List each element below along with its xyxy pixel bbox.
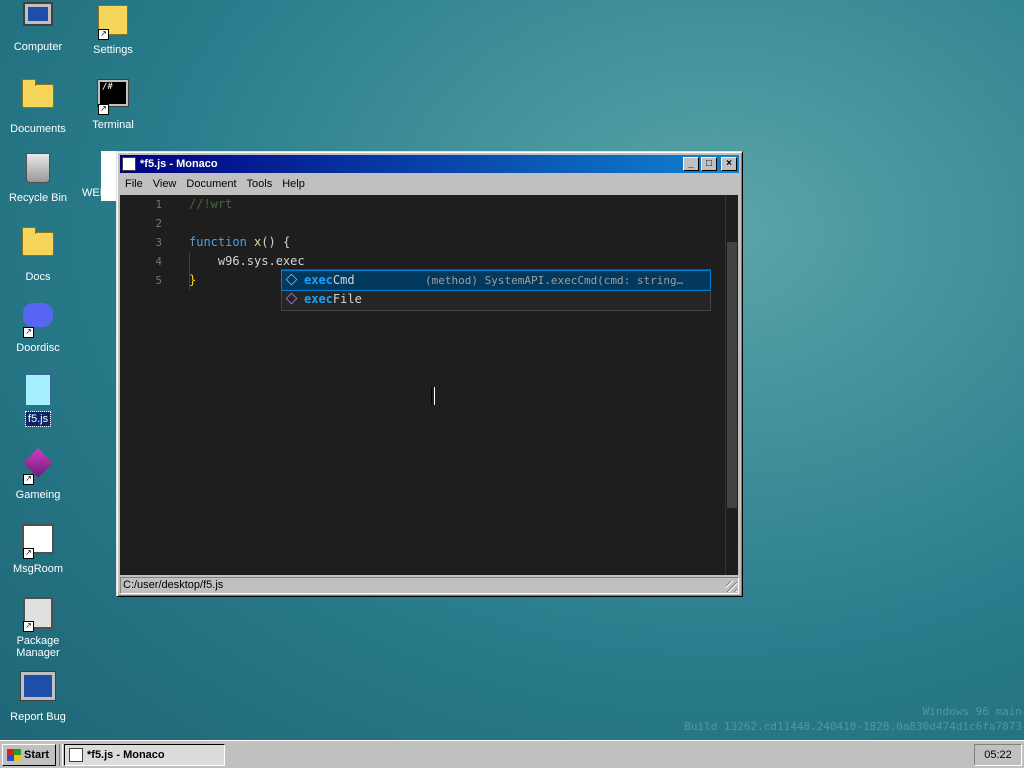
desktop-icon-label: Package Manager xyxy=(16,635,60,659)
clock: 05:22 xyxy=(984,749,1012,761)
taskbar-item-monaco[interactable]: *f5.js - Monaco xyxy=(64,744,225,766)
menu-bar: File View Document Tools Help xyxy=(120,175,739,193)
status-bar: C:/user/desktop/f5.js xyxy=(120,577,739,594)
status-path: C:/user/desktop/f5.js xyxy=(123,579,224,591)
window-title: *f5.js - Monaco xyxy=(140,158,218,170)
keyword-token: function xyxy=(189,235,247,249)
taskbar-item-label: *f5.js - Monaco xyxy=(87,749,165,761)
code-line: 1 //!wrt xyxy=(120,195,725,214)
method-icon xyxy=(285,273,298,286)
suggestion-label: execFile xyxy=(304,292,362,306)
maximize-button[interactable]: □ xyxy=(701,157,717,171)
suggestion-item[interactable]: execCmd (method) SystemAPI.execCmd(cmd: … xyxy=(281,270,711,291)
desktop-icon-package-manager[interactable]: ↗ Package Manager xyxy=(0,594,76,660)
folder-icon xyxy=(21,79,55,118)
desktop-icon-report-bug[interactable]: Report Bug xyxy=(0,668,76,724)
menu-help[interactable]: Help xyxy=(277,178,310,190)
line-number: 5 xyxy=(155,274,162,287)
title-bar[interactable]: *f5.js - Monaco _ □ × xyxy=(120,155,739,173)
desktop-icon-label: Computer xyxy=(13,41,63,53)
menu-document[interactable]: Document xyxy=(181,178,241,190)
start-button[interactable]: Start xyxy=(2,744,56,766)
line-number: 1 xyxy=(155,198,162,211)
desktop-icon-doordisc[interactable]: ↗ Doordisc xyxy=(0,298,76,355)
watermark-line: Windows 96 main xyxy=(922,705,1022,718)
desktop-icon-f5-js[interactable]: f5.js xyxy=(0,372,76,427)
taskbar: Start *f5.js - Monaco 05:22 xyxy=(0,740,1024,768)
line-number: 2 xyxy=(155,217,162,230)
taskbar-separator xyxy=(59,744,63,766)
desktop-icon-label: Documents xyxy=(10,123,66,135)
code-text: } xyxy=(189,273,197,287)
notepad-icon xyxy=(122,157,136,171)
autocomplete-widget[interactable]: execCmd (method) SystemAPI.execCmd(cmd: … xyxy=(281,269,711,311)
scrollbar-thumb[interactable] xyxy=(727,242,737,508)
chat-icon: ↗ xyxy=(21,524,55,559)
system-tray-clock[interactable]: 05:22 xyxy=(974,744,1022,766)
desktop-icon-documents[interactable]: Documents xyxy=(0,76,76,136)
code-text: function x() { xyxy=(189,233,290,252)
close-button[interactable]: × xyxy=(721,157,737,171)
method-icon xyxy=(285,292,298,305)
text-cursor-icon xyxy=(431,387,435,405)
suggestion-item[interactable]: execFile xyxy=(282,290,710,309)
suggestion-label: execCmd xyxy=(304,273,355,287)
resize-grip[interactable] xyxy=(726,581,737,592)
desktop-icon-label: f5.js xyxy=(24,411,52,427)
desktop-icon-recycle-bin[interactable]: Recycle Bin xyxy=(0,150,76,205)
cube-icon: ↗ xyxy=(21,448,55,485)
terminal-icon: /# ↗ xyxy=(96,80,130,115)
desktop-icon-label: Recycle Bin xyxy=(8,192,68,204)
desktop-icon-computer[interactable]: Computer xyxy=(0,2,76,54)
desktop-icon-label: Settings xyxy=(93,44,133,56)
desktop-icon-docs[interactable]: Docs xyxy=(0,224,76,284)
js-file-icon xyxy=(21,374,55,408)
settings-icon: ↗ xyxy=(96,5,130,40)
desktop-icon-msgroom[interactable]: ↗ MsgRoom xyxy=(0,520,76,576)
menu-file[interactable]: File xyxy=(120,178,148,190)
computer-icon xyxy=(21,2,55,36)
desktop-icon-settings[interactable]: ↗ Settings xyxy=(75,2,151,57)
desktop-icon-terminal[interactable]: /# ↗ Terminal xyxy=(75,76,151,132)
recycle-bin-icon xyxy=(21,153,55,187)
desktop-icon-label: Doordisc xyxy=(16,342,60,354)
suggestion-detail: (method) SystemAPI.execCmd(cmd: string… xyxy=(425,274,684,287)
desktop-icon-label: Report Bug xyxy=(10,711,66,723)
desktop-icon-gameing[interactable]: ↗ Gameing xyxy=(0,446,76,502)
code-line: 2 xyxy=(120,214,725,233)
build-watermark: Windows 96 main Build 13262.cd11448.2404… xyxy=(684,704,1022,734)
desktop-icon-label: MsgRoom xyxy=(12,563,64,575)
code-rest-token: () { xyxy=(261,235,291,249)
menu-tools[interactable]: Tools xyxy=(242,178,278,190)
minimize-button[interactable]: _ xyxy=(683,157,699,171)
code-editor[interactable]: 1 //!wrt 2 3 function x() { 4 w96.sys.ex… xyxy=(120,195,725,575)
code-line: 3 function x() { xyxy=(120,233,725,252)
vertical-scrollbar[interactable] xyxy=(725,195,738,575)
editor-window[interactable]: *f5.js - Monaco _ □ × File View Document… xyxy=(116,151,743,597)
menu-view[interactable]: View xyxy=(148,178,182,190)
line-number: 3 xyxy=(155,236,162,249)
start-label: Start xyxy=(24,749,50,761)
line-number: 4 xyxy=(155,255,162,268)
discord-icon: ↗ xyxy=(21,303,55,338)
package-icon: ↗ xyxy=(21,597,55,632)
folder-icon xyxy=(21,227,55,266)
notepad-icon xyxy=(69,748,83,762)
code-text: //!wrt xyxy=(189,197,233,211)
watermark-line: Build 13262.cd11448.240410-1828.0a830d47… xyxy=(684,720,1022,733)
desktop-icon-label: Docs xyxy=(25,271,51,283)
windows-logo-icon xyxy=(7,749,21,761)
bug-report-icon xyxy=(21,672,55,706)
desktop-icon-label: Terminal xyxy=(92,119,134,131)
desktop-icon-label: Gameing xyxy=(15,489,61,501)
